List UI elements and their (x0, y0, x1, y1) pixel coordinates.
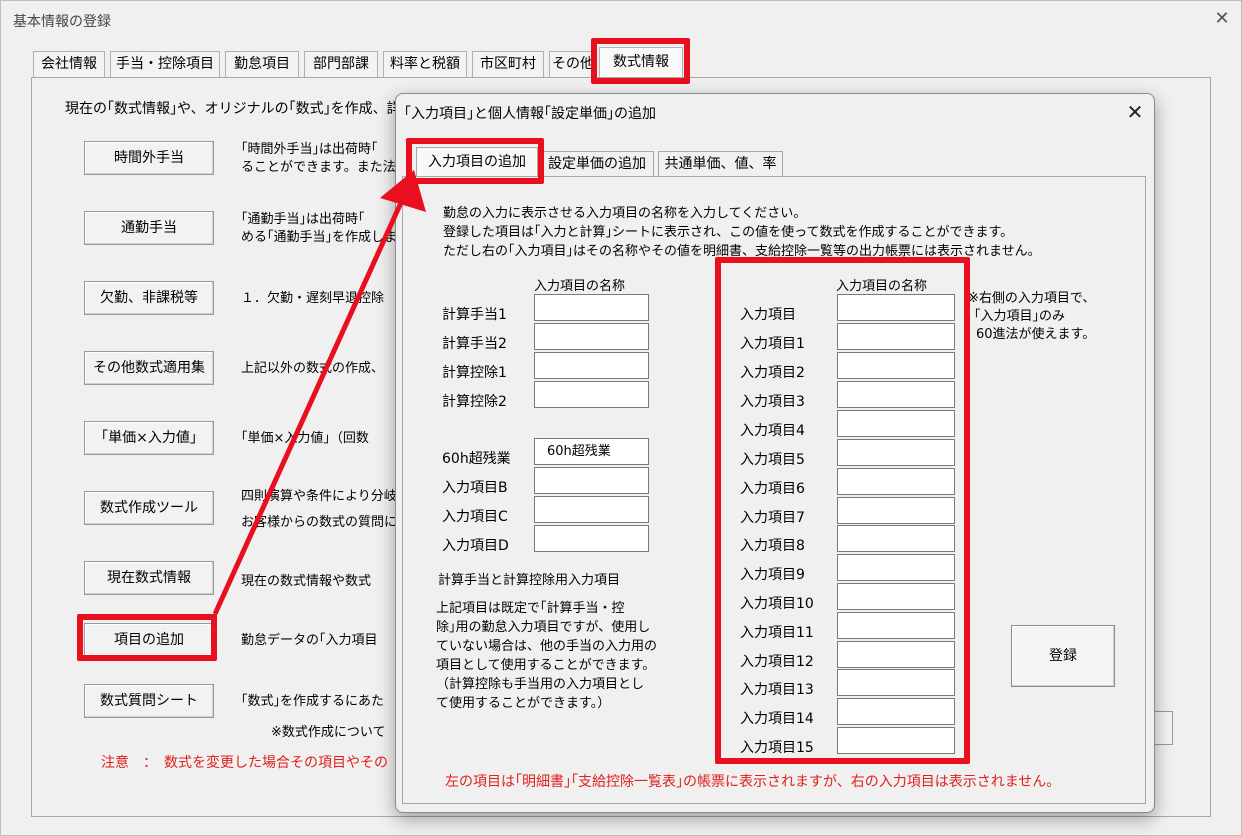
input-item-8-label: 入力項目8 (740, 538, 805, 554)
close-icon[interactable]: ✕ (1211, 7, 1233, 31)
input-item-2-input[interactable] (837, 352, 955, 379)
intro-line-3: ただし右の｢入力項目｣はその名称やその値を明細書、支給控除一覧等の出力帳票には表… (443, 244, 1041, 259)
absence-desc: １．欠勤・遅刻早退控除 (241, 291, 385, 306)
input-item-13-label: 入力項目13 (740, 682, 814, 698)
calc-deduction-1-label: 計算控除1 (442, 365, 507, 381)
other-formulas-button[interactable]: その他数式適用集 (84, 351, 214, 385)
dialog-title: ｢入力項目｣と個人情報｢設定単価｣の追加 (404, 106, 656, 122)
tab-rates-tax[interactable]: 料率と税額 (383, 51, 467, 77)
input-item-9-label: 入力項目9 (740, 567, 805, 583)
input-item-14-label: 入力項目14 (740, 711, 814, 727)
input-item-label: 入力項目 (740, 307, 796, 323)
tab-other[interactable]: その他 (549, 51, 597, 77)
input-item-5-input[interactable] (837, 439, 955, 466)
input-item-6-input[interactable] (837, 468, 955, 495)
tab-formula-info[interactable]: 数式情報 (599, 47, 683, 77)
formula-description: 現在の｢数式情報｣や、オリジナルの｢数式｣を作成、詳 (65, 101, 395, 117)
input-item-d-label: 入力項目D (442, 538, 509, 554)
input-item-input[interactable] (837, 294, 955, 321)
tab-municipality[interactable]: 市区町村 (472, 51, 544, 77)
input-item-13-input[interactable] (837, 669, 955, 696)
calc-deduction-1-input[interactable] (534, 352, 649, 379)
input-item-3-label: 入力項目3 (740, 394, 805, 410)
left-paragraph: 上記項目は既定で｢計算手当・控 除｣用の勤怠入力項目ですが、使用し ていない場合… (436, 601, 658, 711)
overtime-60h-label: 60h超残業 (442, 451, 511, 467)
calc-deduction-2-input[interactable] (534, 381, 649, 408)
input-item-10-input[interactable] (837, 583, 955, 610)
commute-desc: ｢通勤手当｣は出荷時｢ める｢通勤手当｣を作成しま (241, 212, 397, 245)
input-item-c-label: 入力項目C (442, 509, 508, 525)
other-formulas-desc: 上記以外の数式の作成、 (241, 361, 385, 376)
calc-allowance-1-input[interactable] (534, 294, 649, 321)
input-item-b-label: 入力項目B (442, 480, 508, 496)
tab-department[interactable]: 部門部課 (304, 51, 378, 77)
add-items-dialog: ｢入力項目｣と個人情報｢設定単価｣の追加 ✕ 入力項目の追加 設定単価の追加 共… (395, 93, 1155, 813)
input-item-15-input[interactable] (837, 727, 955, 754)
unit-price-button[interactable]: ｢単価×入力値｣ (84, 421, 214, 455)
tab-company[interactable]: 会社情報 (33, 51, 105, 77)
formula-tool-desc: 四則演算や条件により分岐 お客様からの数式の質問に (241, 489, 397, 530)
tab-allowance-deduction[interactable]: 手当・控除項目 (110, 51, 220, 77)
calc-allowance-2-input[interactable] (534, 323, 649, 350)
calc-deduction-2-label: 計算控除2 (442, 394, 507, 410)
output-warning-note: 左の項目は｢明細書｣｢支給控除一覧表｣の帳票に表示されますが、右の入力項目は表示… (445, 774, 1061, 790)
absence-button[interactable]: 欠勤、非課税等 (84, 281, 214, 315)
calc-allowance-2-label: 計算手当2 (442, 336, 507, 352)
tab-attendance[interactable]: 勤怠項目 (225, 51, 299, 77)
tab-add-unit-price[interactable]: 設定単価の追加 (540, 151, 654, 177)
input-item-4-input[interactable] (837, 410, 955, 437)
question-sheet-desc: ｢数式｣を作成するにあた (241, 694, 385, 709)
input-item-1-input[interactable] (837, 323, 955, 350)
input-item-4-label: 入力項目4 (740, 423, 805, 439)
calc-allowance-1-label: 計算手当1 (442, 307, 507, 323)
input-item-14-input[interactable] (837, 698, 955, 725)
input-item-12-input[interactable] (837, 641, 955, 668)
commute-button[interactable]: 通勤手当 (84, 211, 214, 245)
input-item-7-label: 入力項目7 (740, 510, 805, 526)
add-item-button[interactable]: 項目の追加 (84, 623, 214, 657)
formula-note: ※数式作成について (271, 725, 386, 740)
overtime-60h-input[interactable]: 60h超残業 (534, 438, 649, 465)
overtime-button[interactable]: 時間外手当 (84, 141, 214, 175)
intro-line-1: 勤怠の入力に表示させる入力項目の名称を入力してください。 (443, 206, 807, 221)
input-item-1-label: 入力項目1 (740, 336, 805, 352)
input-item-7-input[interactable] (837, 497, 955, 524)
tab-common-values[interactable]: 共通単価、値、率 (658, 151, 783, 177)
input-item-9-input[interactable] (837, 554, 955, 581)
input-item-b-input[interactable] (534, 467, 649, 494)
sexagesimal-note: ※右側の入力項目で、 ｢入力項目｣のみ 60進法が使えます。 (968, 291, 1096, 342)
input-item-c-input[interactable] (534, 496, 649, 523)
left-subtitle: 計算手当と計算控除用入力項目 (438, 573, 621, 588)
input-item-2-label: 入力項目2 (740, 365, 805, 381)
overtime-desc: ｢時間外手当｣は出荷時｢ることができます。また法定外 (241, 142, 397, 175)
input-item-3-input[interactable] (837, 381, 955, 408)
input-item-5-label: 入力項目5 (740, 452, 805, 468)
unit-price-desc: ｢単価×入力値｣（回数 (241, 431, 369, 446)
add-item-desc: 勤怠データの｢入力項目 (241, 633, 378, 648)
input-item-d-input[interactable] (534, 525, 649, 552)
input-item-10-label: 入力項目10 (740, 596, 814, 612)
question-sheet-button[interactable]: 数式質問シート (84, 684, 214, 718)
tab-add-input-item[interactable]: 入力項目の追加 (416, 147, 538, 177)
right-column-header: 入力項目の名称 (836, 279, 928, 294)
input-item-11-input[interactable] (837, 612, 955, 639)
intro-line-2: 登録した項目は｢入力と計算｣シートに表示され、この値を使って数式を作成することが… (443, 225, 1014, 240)
window-title: 基本情報の登録 (13, 14, 111, 30)
dialog-close-icon[interactable]: ✕ (1123, 100, 1147, 124)
input-item-15-label: 入力項目15 (740, 740, 814, 756)
input-item-12-label: 入力項目12 (740, 654, 814, 670)
input-item-8-input[interactable] (837, 525, 955, 552)
current-formula-button[interactable]: 現在数式情報 (84, 561, 214, 595)
left-column-header: 入力項目の名称 (534, 279, 626, 294)
current-formula-desc: 現在の数式情報や数式 (241, 574, 372, 589)
warning-note: 注意 ： 数式を変更した場合その項目やその (101, 755, 388, 771)
input-item-6-label: 入力項目6 (740, 481, 805, 497)
register-button[interactable]: 登録 (1011, 625, 1115, 687)
input-item-11-label: 入力項目11 (740, 625, 814, 641)
formula-tool-button[interactable]: 数式作成ツール (84, 491, 214, 525)
